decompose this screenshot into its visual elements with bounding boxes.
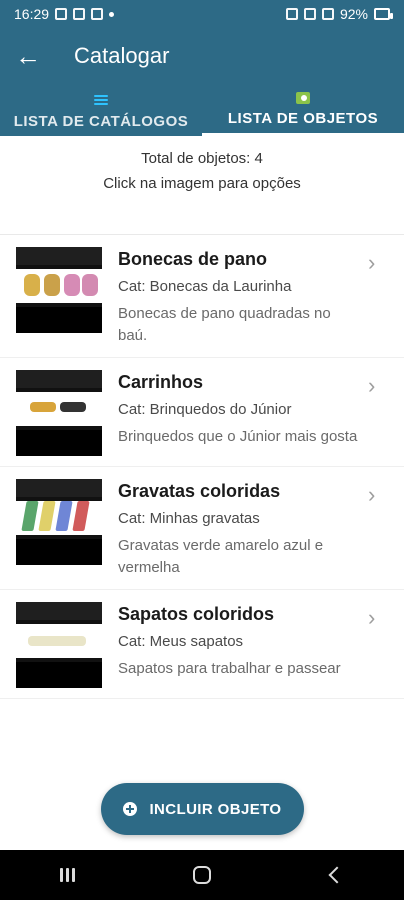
tab-objetos[interactable]: LISTA DE OBJETOS — [202, 84, 404, 136]
back-icon — [328, 866, 346, 884]
camera-icon — [296, 92, 310, 104]
notification-icon — [91, 8, 104, 20]
recent-apps-button[interactable] — [51, 859, 83, 891]
chevron-right-icon: › — [368, 482, 376, 507]
battery-percentage: 92% — [339, 6, 368, 22]
chevron-right-icon: › — [368, 605, 376, 630]
status-right: 92% — [285, 6, 393, 22]
tab-bar: LISTA DE CATÁLOGOS LISTA DE OBJETOS — [0, 84, 404, 136]
item-category: Cat: Meus sapatos — [118, 633, 244, 650]
tab-label: LISTA DE OBJETOS — [227, 110, 379, 127]
list-item[interactable]: Carrinhos Cat: Brinquedos do Júnior Brin… — [0, 357, 404, 466]
add-object-button[interactable]: INCLUIR OBJETO — [101, 783, 304, 835]
status-left: 16:29 — [14, 6, 115, 22]
object-thumbnail[interactable] — [16, 602, 102, 688]
add-object-label: INCLUIR OBJETO — [149, 800, 282, 818]
item-description: Bonecas de pano quadradas no baú. — [118, 305, 331, 344]
notification-icon — [73, 8, 86, 20]
arrow-left-icon: ← — [15, 41, 41, 71]
item-info: Gravatas coloridas Cat: Minhas gravatas … — [118, 479, 358, 579]
wifi-icon — [303, 8, 316, 20]
object-thumbnail[interactable] — [16, 370, 102, 456]
chevron-right-icon: › — [368, 373, 376, 398]
item-description: Brinquedos que o Júnior mais gosta — [118, 428, 358, 445]
recent-apps-icon — [59, 868, 75, 882]
item-info: Carrinhos Cat: Brinquedos do Júnior Brin… — [118, 370, 358, 448]
item-title: Carrinhos — [118, 372, 204, 392]
tab-catalogos[interactable]: LISTA DE CATÁLOGOS — [0, 84, 202, 136]
status-time: 16:29 — [14, 6, 50, 22]
divider — [0, 698, 404, 699]
tab-label: LISTA DE CATÁLOGOS — [13, 113, 189, 130]
plus-circle-icon — [123, 802, 138, 816]
item-title: Bonecas de pano — [118, 249, 268, 269]
list-item[interactable]: Bonecas de pano Cat: Bonecas da Laurinha… — [0, 235, 404, 357]
mute-icon — [285, 8, 298, 20]
page-title: Catalogar — [74, 43, 170, 68]
chevron-right-icon: › — [368, 250, 376, 275]
total-objects: Total de objetos: 4 — [141, 150, 263, 167]
item-category: Cat: Bonecas da Laurinha — [118, 278, 292, 295]
item-description: Sapatos para trabalhar e passear — [118, 660, 341, 677]
item-description: Gravatas verde amarelo azul e vermelha — [118, 537, 324, 576]
navigation-bar — [0, 850, 404, 900]
dot-icon — [109, 11, 115, 17]
home-icon — [192, 866, 211, 884]
app-bar: ← Catalogar — [0, 28, 404, 84]
item-category: Cat: Minhas gravatas — [118, 510, 260, 527]
summary: Total de objetos: 4 Click na imagem para… — [0, 136, 404, 192]
item-info: Sapatos coloridos Cat: Meus sapatos Sapa… — [118, 602, 358, 680]
status-bar: 16:29 92% — [0, 0, 404, 28]
notification-icon — [55, 8, 68, 20]
item-info: Bonecas de pano Cat: Bonecas da Laurinha… — [118, 247, 358, 347]
home-button[interactable] — [186, 859, 218, 891]
item-category: Cat: Brinquedos do Júnior — [118, 401, 292, 418]
battery-icon — [374, 8, 393, 20]
item-title: Sapatos coloridos — [118, 604, 275, 624]
object-list: Bonecas de pano Cat: Bonecas da Laurinha… — [0, 235, 404, 698]
object-thumbnail[interactable] — [16, 247, 102, 333]
hint-text: Click na imagem para opções — [103, 175, 301, 192]
list-item[interactable]: Gravatas coloridas Cat: Minhas gravatas … — [0, 466, 404, 589]
object-thumbnail[interactable] — [16, 479, 102, 565]
content: Total de objetos: 4 Click na imagem para… — [0, 136, 404, 850]
signal-icon — [321, 8, 334, 20]
list-icon — [94, 95, 108, 107]
back-button[interactable]: ← — [0, 28, 56, 84]
item-title: Gravatas coloridas — [118, 481, 281, 501]
list-item[interactable]: Sapatos coloridos Cat: Meus sapatos Sapa… — [0, 589, 404, 698]
back-nav-button[interactable] — [321, 859, 353, 891]
